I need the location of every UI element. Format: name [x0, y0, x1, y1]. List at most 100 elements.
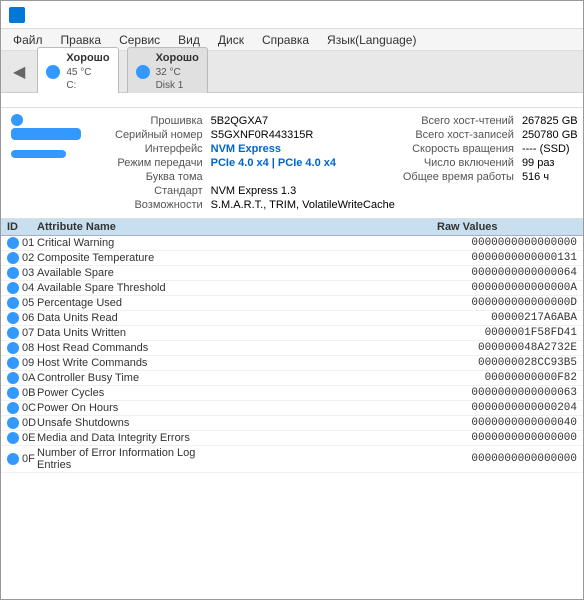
row-status-icon [7, 312, 19, 324]
row-name: Available Spare [37, 267, 197, 279]
table-row[interactable]: 02 Composite Temperature 000000000000013… [1, 251, 583, 266]
row-id: 08 [22, 342, 34, 354]
table-row[interactable]: 06 Data Units Read 00000217A6ABA [1, 311, 583, 326]
table-row[interactable]: 05 Percentage Used 000000000000000D [1, 296, 583, 311]
row-raw: 0000000000000204 [437, 402, 577, 414]
nav-left-arrow[interactable]: ◀ [9, 60, 29, 84]
row-name: Available Spare Threshold [37, 282, 197, 294]
specs-container: Прошивка 5B2QGXA7 Всего хост-чтений 2678… [111, 114, 582, 212]
row-id-cell: 0C [7, 402, 37, 414]
row-name: Controller Busy Time [37, 372, 197, 384]
disk-tab-1[interactable]: Хорошо 32 °C Disk 1 [127, 47, 208, 95]
table-row[interactable]: 0F Number of Error Information Log Entri… [1, 446, 583, 473]
minimize-button[interactable] [493, 5, 519, 25]
spec-value: 250780 GB [518, 128, 582, 142]
row-name: Host Write Commands [37, 357, 197, 369]
table-row[interactable]: 08 Host Read Commands 000000048A2732E [1, 341, 583, 356]
row-id: 0F [22, 453, 35, 465]
disk-1-temp: 32 °C [156, 66, 199, 79]
table-row[interactable]: 04 Available Spare Threshold 00000000000… [1, 281, 583, 296]
menu-item-[interactable]: Правка [53, 31, 110, 49]
row-status-icon [7, 327, 19, 339]
row-id-cell: 0A [7, 372, 37, 384]
row-status-icon [7, 342, 19, 354]
row-name: Media and Data Integrity Errors [37, 432, 197, 444]
row-status-icon [7, 237, 19, 249]
title-bar-left [9, 7, 31, 23]
row-name: Percentage Used [37, 297, 197, 309]
health-panel [11, 114, 101, 212]
row-raw: 0000000000000131 [437, 252, 577, 264]
row-id-cell: 05 [7, 297, 37, 309]
table-row[interactable]: 03 Available Spare 0000000000000064 [1, 266, 583, 281]
row-id: 0D [22, 417, 36, 429]
table-row[interactable]: 0A Controller Busy Time 00000000000F82 [1, 371, 583, 386]
row-raw: 0000000000000000 [437, 453, 577, 465]
row-raw: 0000000000000000 [437, 432, 577, 444]
content-area: Прошивка 5B2QGXA7 Всего хост-чтений 2678… [1, 93, 583, 599]
row-id-cell: 08 [7, 342, 37, 354]
disk-tab-c[interactable]: Хорошо 45 °C C: [37, 47, 118, 95]
health-box [11, 128, 81, 140]
health-icon [11, 114, 23, 126]
menu-item-language[interactable]: Язык(Language) [319, 31, 424, 49]
table-row[interactable]: 0C Power On Hours 0000000000000204 [1, 401, 583, 416]
spec-value: 267825 GB [518, 114, 582, 128]
row-id: 0C [22, 402, 36, 414]
spec-value [207, 170, 399, 184]
row-id: 02 [22, 252, 34, 264]
row-name: Host Read Commands [37, 342, 197, 354]
spec-label: Режим передачи [111, 156, 207, 170]
row-status-icon [7, 432, 19, 444]
spec-label: Всего хост-записей [399, 128, 518, 142]
table-row[interactable]: 0B Power Cycles 0000000000000063 [1, 386, 583, 401]
drive-title [1, 93, 583, 108]
row-name: Power Cycles [37, 387, 197, 399]
menu-item-[interactable]: Сервис [111, 31, 168, 49]
row-id: 05 [22, 297, 34, 309]
row-id-cell: 0D [7, 417, 37, 429]
spec-label: Прошивка [111, 114, 207, 128]
row-status-icon [7, 417, 19, 429]
row-id: 04 [22, 282, 34, 294]
spec-value: NVM Express [207, 142, 399, 156]
menu-item-[interactable]: Диск [210, 31, 252, 49]
row-name: Critical Warning [37, 237, 197, 249]
col-empty [197, 221, 437, 233]
menu-item-[interactable]: Вид [170, 31, 208, 49]
table-row[interactable]: 0D Unsafe Shutdowns 0000000000000040 [1, 416, 583, 431]
row-status-icon [7, 267, 19, 279]
disk-c-temp: 45 °C [66, 66, 109, 79]
spec-value: ---- (SSD) [518, 142, 582, 156]
col-raw: Raw Values [437, 221, 577, 233]
menu-item-[interactable]: Файл [5, 31, 51, 49]
row-id: 03 [22, 267, 34, 279]
table-body: 01 Critical Warning 0000000000000000 02 … [1, 236, 583, 599]
table-row[interactable]: 09 Host Write Commands 000000028CC93B5 [1, 356, 583, 371]
menu-item-[interactable]: Справка [254, 31, 317, 49]
row-raw: 0000000000000000 [437, 237, 577, 249]
table-row[interactable]: 01 Critical Warning 0000000000000000 [1, 236, 583, 251]
disk-tabs: ◀ Хорошо 45 °C C: Хорошо 32 °C Disk 1 [1, 51, 583, 93]
row-id-cell: 0E [7, 432, 37, 444]
row-status-icon [7, 402, 19, 414]
row-status-icon [7, 372, 19, 384]
row-id-cell: 0B [7, 387, 37, 399]
spec-value: PCIe 4.0 x4 | PCIe 4.0 x4 [207, 156, 399, 170]
row-name: Composite Temperature [37, 252, 197, 264]
row-id: 06 [22, 312, 34, 324]
row-id: 07 [22, 327, 34, 339]
table-row[interactable]: 0E Media and Data Integrity Errors 00000… [1, 431, 583, 446]
disk-c-status-icon [46, 65, 60, 79]
row-raw: 0000000000000064 [437, 267, 577, 279]
spec-value: S.M.A.R.T., TRIM, VolatileWriteCache [207, 198, 399, 212]
row-status-icon [7, 453, 19, 465]
spec-label: Скорость вращения [399, 142, 518, 156]
row-id: 09 [22, 357, 34, 369]
table-row[interactable]: 07 Data Units Written 0000001F58FD41 [1, 326, 583, 341]
maximize-button[interactable] [521, 5, 547, 25]
close-button[interactable] [549, 5, 575, 25]
table-section: ID Attribute Name Raw Values 01 Critical… [1, 219, 583, 599]
app-icon [9, 7, 25, 23]
disk-c-drive: C: [66, 79, 109, 92]
